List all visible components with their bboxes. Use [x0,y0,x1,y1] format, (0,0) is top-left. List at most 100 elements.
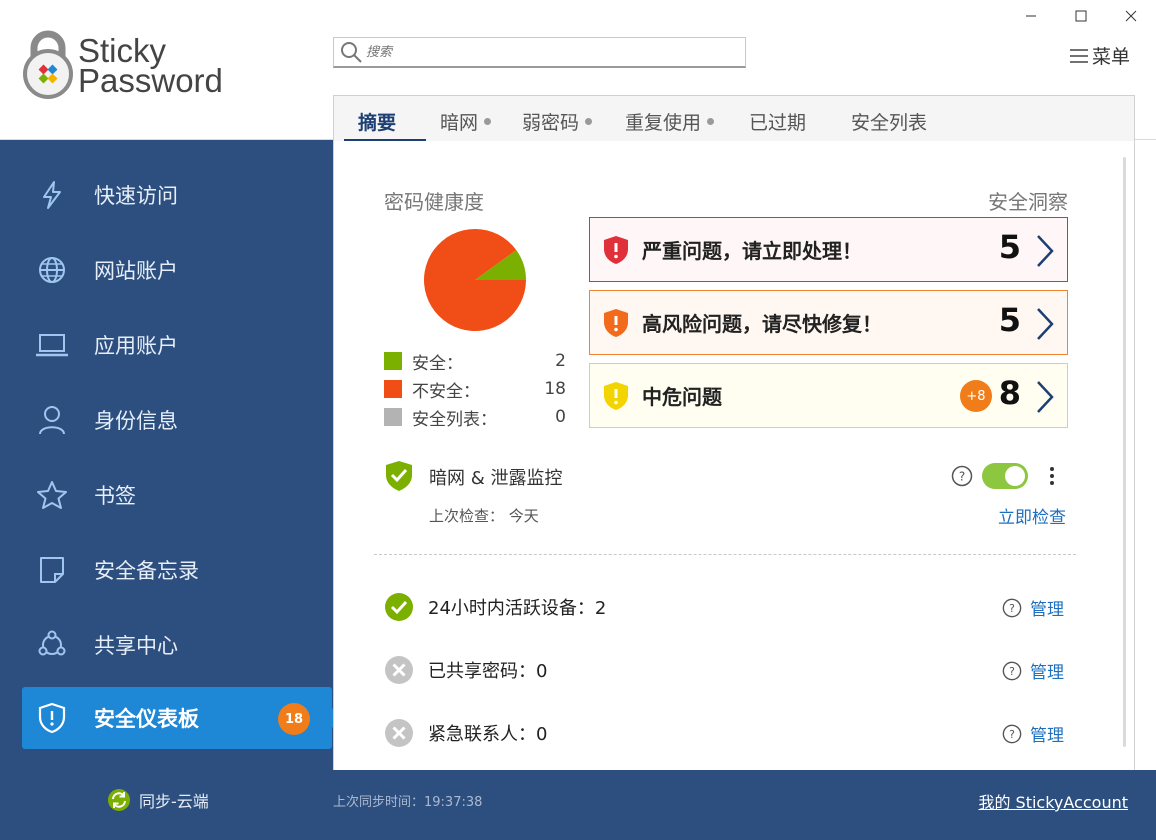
sidebar-item-app-accounts[interactable]: 应用账户 [22,314,332,376]
sidebar-item-identities[interactable]: 身份信息 [22,389,332,451]
search-icon [336,40,366,64]
menu-label: 菜单 [1091,46,1130,68]
lightning-icon [24,180,80,210]
high-risk-issues-card[interactable]: 高风险问题，请尽快修复！ 5 [589,290,1068,355]
sidebar-item-label: 快速访问 [94,184,178,208]
insight-count: 5 [998,301,1021,339]
emergency-contacts-row: 紧急联系人：0 [384,718,547,748]
hamburger-icon [1069,48,1088,63]
manage-devices-button[interactable]: ? 管理 [1002,595,1064,620]
insight-count: 8 [998,374,1021,412]
critical-issues-card[interactable]: 严重问题，请立即处理！ 5 [589,217,1068,282]
chevron-right-icon [1035,307,1055,345]
close-icon [1125,10,1137,22]
legend-swatch-safe [384,352,402,370]
tab-safe-list[interactable]: 安全列表 [851,108,927,135]
medium-shield-icon [600,380,632,412]
tab-bar: 摘要 暗网 弱密码 重复使用 已过期 安全列表 [333,95,1135,141]
sync-label: 同步-云端 [139,792,209,811]
help-icon: ? [1002,598,1022,617]
help-icon: ? [1002,724,1022,743]
scrollbar[interactable] [1123,157,1126,747]
search-box[interactable] [333,37,746,68]
pie-slice-1 [424,228,526,331]
section-divider [374,554,1076,555]
active-devices-row: 24小时内活跃设备：2 [384,592,606,622]
check-circle-icon [385,593,413,621]
tab-weak-passwords[interactable]: 弱密码 [522,108,593,135]
sidebar-item-quick-access[interactable]: 快速访问 [22,164,332,226]
password-health-title: 密码健康度 [384,190,484,214]
tab-dot-indicator [707,118,715,125]
tab-dot-indicator [484,118,492,125]
close-button[interactable] [1106,0,1156,32]
tab-reused[interactable]: 重复使用 [625,108,715,135]
high-risk-shield-icon [600,307,632,339]
insight-count: 5 [998,228,1021,266]
sidebar-item-sharing-center[interactable]: 共享中心 [22,614,332,676]
tab-label: 已过期 [749,112,807,134]
legend-label: 不安全： [412,381,480,402]
help-icon[interactable]: ? [951,465,973,487]
search-input[interactable] [366,44,726,60]
app-logo: Sticky Password [20,28,230,100]
tab-dark-web[interactable]: 暗网 [440,108,492,135]
minimize-button[interactable] [1006,0,1056,32]
new-issues-badge: +8 [960,380,992,412]
star-icon [24,480,80,510]
legend-label: 安全列表： [412,409,497,430]
manage-shared-passwords-button[interactable]: ? 管理 [1002,658,1064,683]
svg-text:?: ? [959,470,965,484]
manage-label: 管理 [1030,726,1064,746]
sync-status[interactable]: 同步-云端 [107,788,209,812]
svg-text:?: ? [1009,602,1015,615]
insight-label: 高风险问题，请尽快修复！ [642,312,882,336]
medium-issues-card[interactable]: 中危问题 +8 8 [589,363,1068,428]
window-controls [1006,0,1156,32]
svg-text:?: ? [1009,728,1015,741]
sidebar-item-label: 书签 [94,484,136,508]
tab-label: 弱密码 [522,112,580,134]
chevron-right-icon [1035,234,1055,272]
dark-web-monitoring-toggle[interactable] [982,463,1028,489]
tab-expired[interactable]: 已过期 [749,108,806,135]
insight-label: 中危问题 [642,385,722,409]
laptop-icon [24,332,80,358]
toggle-knob [1005,466,1025,486]
manage-emergency-contacts-button[interactable]: ? 管理 [1002,721,1064,746]
x-circle-icon [385,656,413,684]
more-options-icon[interactable] [1048,465,1056,487]
insight-label: 严重问题，请立即处理！ [642,239,862,263]
x-circle-icon [385,719,413,747]
my-account-link[interactable]: 我的 StickyAccount [978,789,1128,813]
sidebar-item-web-accounts[interactable]: 网站账户 [22,239,332,301]
status-label: 已共享密码：0 [428,661,548,682]
maximize-button[interactable] [1056,0,1106,32]
sync-icon [108,789,130,811]
tab-label: 暗网 [440,112,479,134]
security-insights-title: 安全洞察 [988,190,1068,214]
dark-web-monitoring-label: 暗网 & 泄露监控 [429,468,563,489]
sidebar-item-bookmarks[interactable]: 书签 [22,464,332,526]
sidebar-item-secure-memos[interactable]: 安全备忘录 [22,539,332,601]
check-now-link[interactable]: 立即检查 [998,503,1066,528]
sidebar-item-security-dashboard[interactable]: 安全仪表板 18 [22,687,342,749]
sidebar-item-label: 网站账户 [94,259,178,283]
legend-swatch-safe-list [384,408,402,426]
tab-label: 安全列表 [851,112,928,134]
menu-button[interactable]: 菜单 [1069,42,1130,69]
status-label: 紧急联系人：0 [428,724,548,745]
maximize-icon [1075,10,1087,22]
person-icon [24,405,80,435]
svg-text:?: ? [1009,665,1015,678]
sidebar-item-label: 应用账户 [94,334,178,358]
sidebar-item-label: 安全仪表板 [94,707,199,731]
legend-value: 2 [555,351,566,371]
sidebar-item-label: 身份信息 [94,409,178,433]
legend-safe: 安全： 2 [384,350,566,374]
legend-label: 安全： [412,353,463,374]
logo-text-password: Password [78,62,223,99]
tab-summary[interactable]: 摘要 [358,108,396,135]
tab-dot-indicator [585,118,593,125]
legend-unsafe: 不安全： 18 [384,378,566,402]
